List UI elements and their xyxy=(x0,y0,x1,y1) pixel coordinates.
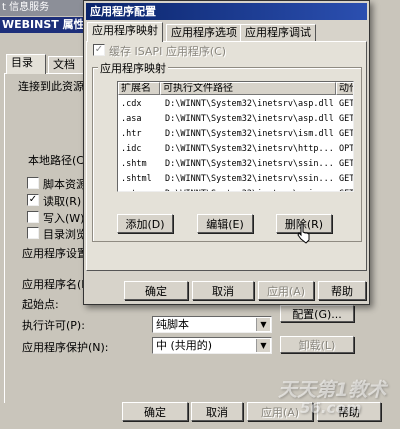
table-row[interactable]: .shtm D:\WINNT\System32\inetsrv\ssin... GE… xyxy=(118,156,354,171)
back-tab-document[interactable]: 文档 xyxy=(48,56,86,74)
mapping-list[interactable]: 扩展名 可执行文件路径 动作 .cdx D:\WINNT\System32\ine… xyxy=(117,81,354,192)
watermark-line2: 56.com xyxy=(300,399,362,417)
mapping-table: .cdx D:\WINNT\System32\inetsrv\asp.dll GET… xyxy=(118,96,354,192)
unload-button[interactable]: 卸载(L) xyxy=(280,336,354,353)
exec-perm-select[interactable]: 纯脚本 ▼ xyxy=(152,316,272,333)
table-row[interactable]: .htr D:\WINNT\System32\inetsrv\ism.dll GET… xyxy=(118,126,354,141)
back-cancel-button[interactable]: 取消 xyxy=(191,402,243,421)
back-subtitle-bar: WEBINST 属性 xyxy=(0,17,84,33)
app-protect-select[interactable]: 中 (共用的) ▼ xyxy=(152,337,272,354)
cell-verbs: OPTI xyxy=(339,143,354,154)
cell-ext: .asa xyxy=(121,113,142,124)
local-path-label: 本地路径(C) xyxy=(28,154,89,167)
tab-app-options[interactable]: 应用程序选项 xyxy=(166,24,242,42)
app-protect-label: 应用程序保护(N): xyxy=(22,341,109,354)
dir-browse-label: 目录浏览( xyxy=(43,228,85,241)
front-ok-button[interactable]: 确定 xyxy=(124,281,188,300)
back-ok-button[interactable]: 确定 xyxy=(122,402,188,421)
script-access-label: 脚本资源访 xyxy=(43,178,85,191)
cell-path: D:\WINNT\System32\inetsrv\ism.dll xyxy=(165,128,334,139)
front-help-button[interactable]: 帮助 xyxy=(318,281,366,300)
tab-app-debug[interactable]: 应用程序调试 xyxy=(240,24,316,42)
cell-ext: .cdx xyxy=(121,98,142,109)
mouse-cursor-icon xyxy=(297,223,310,244)
cell-verbs: GET, xyxy=(339,128,354,139)
cell-path: D:\WINNT\System32\inetsrv\asp.dll xyxy=(165,113,334,124)
back-titlebar: t 信息服务 xyxy=(0,0,84,16)
cell-ext: .htr xyxy=(121,128,142,139)
column-header-path[interactable]: 可执行文件路径 xyxy=(160,82,336,95)
connect-text: 连接到此资源时 xyxy=(18,80,84,93)
table-row[interactable]: .cdx D:\WINNT\System32\inetsrv\asp.dll GET… xyxy=(118,96,354,111)
table-row[interactable]: .shtml D:\WINNT\System32\inetsrv\ssin... G… xyxy=(118,171,354,186)
script-access-checkbox[interactable] xyxy=(27,177,39,189)
cache-isapi-checkbox[interactable]: ✓ xyxy=(93,44,105,56)
app-settings-label: 应用程序设置 xyxy=(22,247,88,260)
cell-verbs: GET, xyxy=(339,98,354,109)
cell-verbs: GET, xyxy=(339,173,354,184)
back-tab-directory[interactable]: 目录 xyxy=(6,54,46,74)
add-button[interactable]: 添加(D) xyxy=(117,214,173,233)
cell-path: D:\WINNT\System32\inetsrv\ssin... xyxy=(165,173,334,184)
watermark-line1: 天天第1教术 xyxy=(278,379,387,401)
cell-verbs: GET, xyxy=(339,113,354,124)
read-label: 读取(R) xyxy=(43,195,82,208)
exec-perm-label: 执行许可(P): xyxy=(22,319,85,332)
cache-isapi-label: 缓存 ISAPI 应用程序(C) xyxy=(109,45,227,58)
read-checkbox[interactable]: ✓ xyxy=(27,194,39,206)
cell-path: D:\WINNT\System32\inetsrv\http... xyxy=(165,143,334,154)
table-row[interactable]: .asa D:\WINNT\System32\inetsrv\asp.dll GET… xyxy=(118,111,354,126)
edit-button[interactable]: 编辑(E) xyxy=(197,214,253,233)
cell-ext: .stm xyxy=(118,186,162,192)
cell-ext: .shtm xyxy=(121,158,147,169)
cell-ext: .idc xyxy=(121,143,142,154)
table-row[interactable]: .stmD:\WINNT\System32\inetsrv\ssin...GET… xyxy=(118,186,353,192)
cell-path: D:\WINNT\System32\inetsrv\asp.dll xyxy=(165,98,334,109)
exec-perm-value: 纯脚本 xyxy=(156,318,189,331)
cell-verbs: GET, xyxy=(339,158,354,169)
front-cancel-button[interactable]: 取消 xyxy=(192,281,254,300)
chevron-down-icon: ▼ xyxy=(256,318,270,331)
tab-app-mapping[interactable]: 应用程序映射 xyxy=(87,22,163,42)
write-checkbox[interactable] xyxy=(27,211,39,223)
cell-verbs: GET, xyxy=(336,186,353,192)
chevron-down-icon: ▼ xyxy=(256,339,270,352)
app-protect-value: 中 (共用的) xyxy=(156,339,213,352)
mapping-group-label: 应用程序映射 xyxy=(98,60,168,76)
dir-browse-checkbox[interactable] xyxy=(27,227,39,239)
config-button[interactable]: 配置(G)... xyxy=(280,305,354,322)
cell-ext: .shtml xyxy=(121,173,152,184)
write-label: 写入(W) xyxy=(43,212,85,225)
dialog-title: 应用程序配置 xyxy=(86,3,367,20)
column-header-ext[interactable]: 扩展名 xyxy=(118,82,160,95)
app-config-dialog: 应用程序配置 应用程序映射 应用程序选项 应用程序调试 ✓ 缓存 ISAPI 应… xyxy=(83,0,370,305)
cell-path: D:\WINNT\System32\inetsrv\ssin... xyxy=(162,186,336,192)
column-header-verbs[interactable]: 动作 xyxy=(336,82,353,95)
start-point-label: 起始点: xyxy=(22,298,59,311)
cell-path: D:\WINNT\System32\inetsrv\ssin... xyxy=(165,158,334,169)
table-row[interactable]: .idc D:\WINNT\System32\inetsrv\http... OPT… xyxy=(118,141,354,156)
front-apply-button[interactable]: 应用(A) xyxy=(258,281,314,300)
